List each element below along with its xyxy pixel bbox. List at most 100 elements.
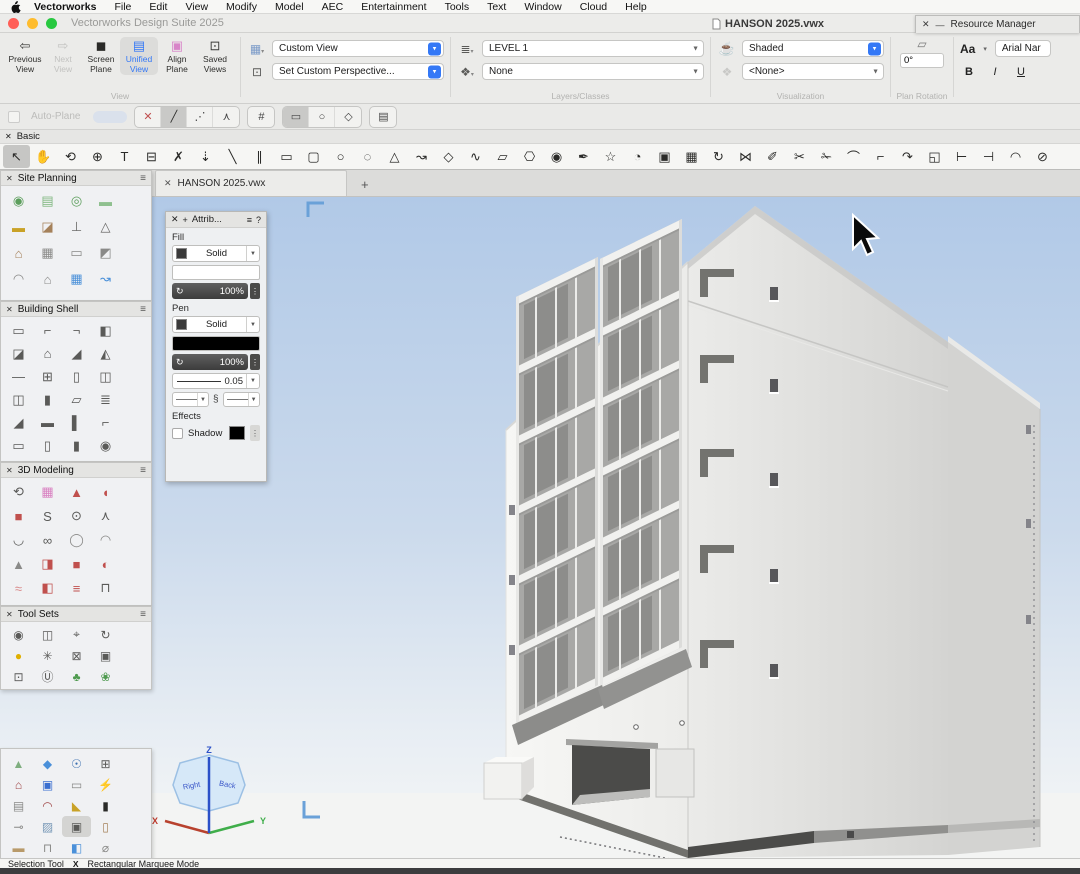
monitor-icon[interactable]: ▣: [33, 774, 62, 795]
menu-item[interactable]: Vectorworks: [25, 1, 105, 13]
minimize-icon[interactable]: —: [936, 20, 945, 30]
close-icon[interactable]: ✕: [6, 466, 13, 475]
parking-lot-tool[interactable]: ▥: [4, 292, 33, 301]
pen-opacity-slider[interactable]: ↻ 100%: [172, 354, 248, 370]
classes-icon[interactable]: ❖▾: [457, 65, 477, 79]
menu-item[interactable]: Entertainment: [352, 1, 435, 13]
camera-match-tool[interactable]: ⊠: [62, 645, 91, 666]
move-by-points-tool[interactable]: ⇣: [192, 145, 219, 168]
reshape-tool[interactable]: ▣: [651, 145, 678, 168]
flyover-3d-tool[interactable]: ⟲: [4, 480, 33, 504]
marker-flip-button[interactable]: §: [211, 394, 221, 405]
parking-along-path-tool[interactable]: ↝: [91, 266, 120, 292]
chamfer-tool[interactable]: ⌐: [867, 145, 894, 168]
layers-icon[interactable]: ≣▾: [457, 42, 477, 56]
menu-item[interactable]: Tools: [436, 1, 479, 13]
rotate-tool[interactable]: ↻: [705, 145, 732, 168]
site-furniture-tool[interactable]: ▬: [4, 214, 33, 240]
water-drop-icon[interactable]: ◆: [33, 753, 62, 774]
pan-3d-tool[interactable]: ◫: [33, 624, 62, 645]
close-icon[interactable]: ✕: [922, 19, 930, 30]
document-tab[interactable]: ✕ HANSON 2025.vwx: [155, 170, 347, 196]
screw-icon[interactable]: ⌀: [91, 837, 120, 858]
machine-icon[interactable]: ◧: [62, 837, 91, 858]
roof-face-tool[interactable]: ◢: [62, 342, 91, 365]
component-join-tool[interactable]: ¬: [62, 319, 91, 342]
previous-view-button[interactable]: ⇦ Previous View: [6, 37, 44, 75]
pen-style-dropdown[interactable]: Solid ▼: [172, 316, 260, 333]
eyedropper-tool[interactable]: ✒: [570, 145, 597, 168]
mesh-tool[interactable]: ⊙: [62, 504, 91, 528]
rectangular-marquee-mode[interactable]: ▭: [283, 107, 309, 127]
wall-tool[interactable]: ▭: [4, 319, 33, 342]
viewport-tool[interactable]: ⊡: [4, 666, 33, 687]
freehand-tool[interactable]: ∿: [462, 145, 489, 168]
close-tab-icon[interactable]: ✕: [164, 178, 172, 189]
barn-icon[interactable]: ⌂: [4, 774, 33, 795]
double-line-tool[interactable]: ∥: [246, 145, 273, 168]
extrude-along-path-tool[interactable]: ◨: [33, 552, 62, 576]
fascia-tool[interactable]: —: [4, 365, 33, 388]
bolt-icon[interactable]: ⊸: [4, 816, 33, 837]
extrude-tool[interactable]: ▲: [62, 480, 91, 504]
lumber-icon[interactable]: ▬: [4, 837, 33, 858]
site-model-tool[interactable]: ◪: [33, 214, 62, 240]
hedge-tool[interactable]: ▬: [91, 188, 120, 214]
menu-icon[interactable]: ≡: [247, 215, 252, 225]
window-wall-tool[interactable]: ▮: [33, 388, 62, 411]
terrain-model-icon[interactable]: ▲: [4, 753, 33, 774]
trim-tool[interactable]: ✂: [786, 145, 813, 168]
stake-tool[interactable]: ⊥: [62, 214, 91, 240]
solid-subtract-tool[interactable]: ◐: [91, 552, 120, 576]
loft-surface-tool[interactable]: ∞: [33, 528, 62, 552]
window-tool[interactable]: ◫: [91, 365, 120, 388]
render-teapot-icon[interactable]: ☕: [717, 41, 737, 57]
menu-item[interactable]: Window: [515, 1, 570, 13]
arc-by-points-tool[interactable]: ◠: [1002, 145, 1029, 168]
offset-tool[interactable]: ↷: [894, 145, 921, 168]
fence-tool[interactable]: ▦: [33, 240, 62, 266]
delete-vertex-tool[interactable]: ✗: [165, 145, 192, 168]
select-similar-tool[interactable]: ◔: [624, 145, 651, 168]
terrain-flag-tool[interactable]: ◆: [4, 687, 33, 690]
close-icon[interactable]: ✕: [171, 214, 179, 225]
shadow-menu-button[interactable]: ⋮: [250, 425, 260, 441]
solid-section-tool[interactable]: ◧: [33, 576, 62, 600]
class-dropdown[interactable]: None ▼: [482, 63, 704, 80]
close-icon[interactable]: ✕: [5, 132, 12, 141]
unified-view-button[interactable]: ▤ Unified View: [120, 37, 158, 75]
light-tool[interactable]: ●: [4, 645, 33, 666]
fill-style-dropdown[interactable]: Solid ▼: [172, 245, 260, 262]
fillet-edge-tool[interactable]: ⊓: [91, 576, 120, 600]
door-leaf-icon[interactable]: ▮: [91, 795, 120, 816]
circle-tool[interactable]: ○: [327, 145, 354, 168]
screen-plane-button[interactable]: ◼ Screen Plane: [82, 37, 120, 75]
pen-color-swatch[interactable]: [172, 336, 260, 351]
multiple-points-mode[interactable]: ⋰: [187, 107, 213, 127]
plant-tool[interactable]: ◎: [62, 188, 91, 214]
sphere-tool[interactable]: ◯: [62, 528, 91, 552]
zoom-tool[interactable]: ⊕: [84, 145, 111, 168]
solid-tool[interactable]: ■: [4, 504, 33, 528]
line-tool[interactable]: ╲: [219, 145, 246, 168]
close-icon[interactable]: ✕: [6, 174, 13, 183]
door-tool[interactable]: ▯: [62, 365, 91, 388]
curved-stair-tool[interactable]: ◉: [91, 434, 120, 457]
controller-icon[interactable]: ▭: [62, 774, 91, 795]
layer-dropdown[interactable]: LEVEL 1 ▼: [482, 40, 704, 57]
close-window-button[interactable]: [8, 18, 19, 29]
cone-tool[interactable]: ▲: [4, 552, 33, 576]
help-icon[interactable]: ?: [256, 215, 261, 225]
start-marker-dropdown[interactable]: ▼: [172, 392, 209, 407]
rectangle-tool[interactable]: ▭: [273, 145, 300, 168]
fill-opacity-menu-button[interactable]: ⋮: [250, 283, 260, 299]
menu-item[interactable]: Modify: [217, 1, 266, 13]
menu-item[interactable]: AEC: [313, 1, 353, 13]
shadow-color-swatch[interactable]: [229, 426, 245, 440]
menu-item[interactable]: View: [176, 1, 217, 13]
bold-button[interactable]: B: [962, 66, 976, 78]
palette-header[interactable]: ✕ Site Planning ≡: [1, 171, 151, 186]
plan-rotation-input[interactable]: [900, 53, 944, 68]
nurbs-surface-tool[interactable]: ≈: [4, 576, 33, 600]
new-tab-button[interactable]: +: [361, 177, 369, 196]
